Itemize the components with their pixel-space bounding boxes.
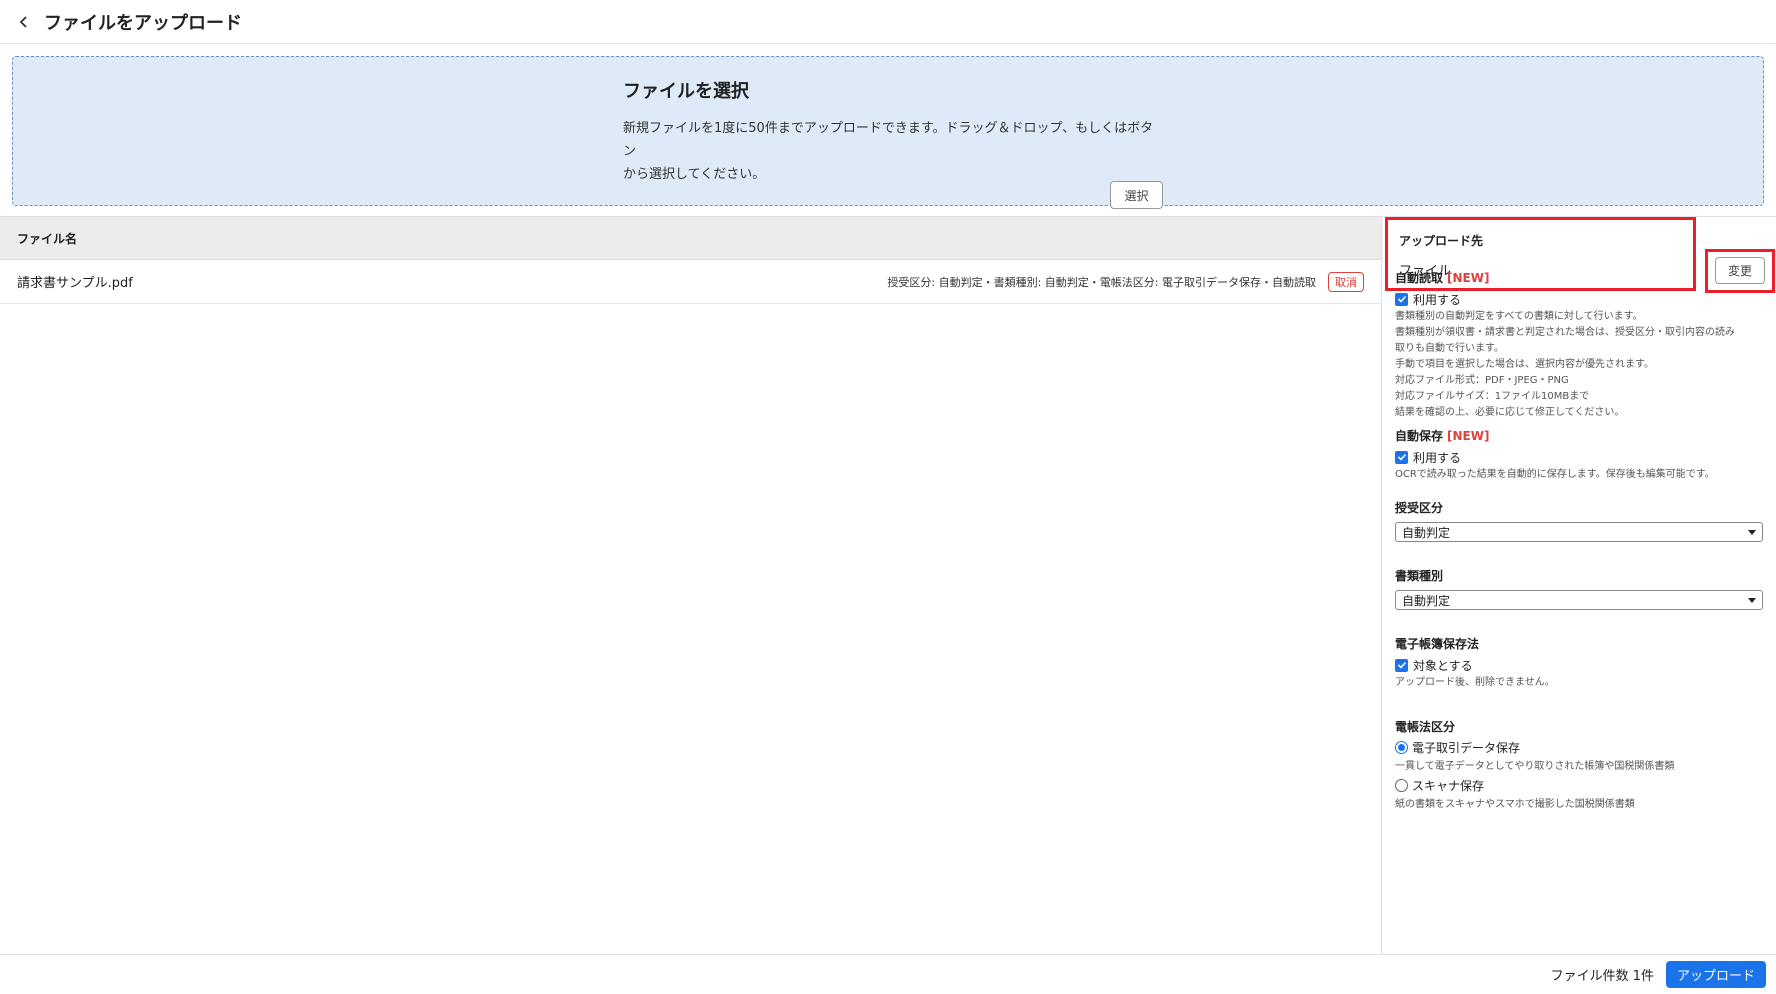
juju-kubun-select[interactable]: 自動判定	[1395, 522, 1763, 542]
radio-scanner-save-label: スキャナ保存	[1412, 778, 1485, 793]
juju-kubun-value: 自動判定	[1402, 525, 1451, 540]
dropzone-description: 新規ファイルを1度に50件までアップロードできます。ドラッグ＆ドロップ、もしくは…	[623, 117, 1163, 186]
chevron-left-icon[interactable]	[12, 10, 36, 34]
dropzone-title: ファイルを選択	[623, 81, 749, 102]
help-line: 対応ファイル形式：PDF・JPEG・PNG	[1395, 375, 1569, 386]
check-icon	[1397, 453, 1406, 461]
page-title: ファイルをアップロード	[44, 12, 242, 34]
dropzone-content: ファイルを選択 新規ファイルを1度に50件までアップロードできます。ドラッグ＆ド…	[623, 77, 1163, 209]
file-name: 請求書サンプル.pdf	[17, 276, 133, 291]
radio-scanner-save[interactable]	[1395, 778, 1408, 792]
auto-read-checkbox-label: 利用する	[1413, 292, 1462, 307]
file-meta: 授受区分: 自動判定・書類種別: 自動判定・電帳法区分: 電子取引データ保存・自…	[887, 275, 1316, 289]
upload-button[interactable]: アップロード	[1666, 961, 1766, 988]
file-list-header: ファイル名	[0, 217, 1381, 260]
auto-read-title: 自動読取	[1395, 271, 1444, 285]
file-list: ファイル名 請求書サンプル.pdf 授受区分: 自動判定・書類種別: 自動判定・…	[0, 217, 1382, 954]
denshi-chobo-checkbox[interactable]	[1395, 658, 1408, 672]
settings-panel: アップロード先 ファイル 変更 自動読取 [NEW] 利用する 書類種別の自動判定…	[1383, 217, 1776, 954]
dencho-kubun-title: 電帳法区分	[1395, 720, 1456, 734]
radio-scanner-save-help: 紙の書類をスキャナやスマホで撮影した国税関係書類	[1395, 799, 1635, 810]
radio-electronic-transaction-help: 一貫して電子データとしてやり取りされた帳簿や国税関係書類	[1395, 761, 1675, 772]
denshi-chobo-section: 電子帳簿保存法 対象とする アップロード後、削除できません。	[1395, 635, 1767, 691]
help-line: 取りも自動で行います。	[1395, 343, 1504, 354]
destination-label: アップロード先	[1399, 234, 1484, 248]
help-line: 書類種別の自動判定をすべての書類に対して行います。	[1395, 311, 1643, 322]
help-line: 書類種別が領収書・請求書と判定された場合は、授受区分・取引内容の読み	[1395, 327, 1735, 338]
new-badge: [NEW]	[1447, 429, 1490, 443]
auto-save-checkbox[interactable]	[1395, 450, 1408, 464]
denshi-chobo-title: 電子帳簿保存法	[1395, 637, 1480, 651]
radio-electronic-transaction-label: 電子取引データ保存	[1412, 740, 1521, 755]
help-line: 結果を確認の上、必要に応じて修正してください。	[1395, 407, 1625, 418]
denshi-chobo-checkbox-label: 対象とする	[1413, 658, 1473, 673]
shorui-shubetsu-section: 書類種別 自動判定	[1395, 567, 1767, 610]
footer: ファイル件数 1件 アップロード	[0, 954, 1776, 994]
select-file-button[interactable]: 選択	[1110, 181, 1163, 209]
table-row: 請求書サンプル.pdf 授受区分: 自動判定・書類種別: 自動判定・電帳法区分:…	[0, 260, 1381, 304]
shorui-shubetsu-title: 書類種別	[1395, 569, 1444, 583]
check-icon	[1397, 295, 1406, 303]
help-line: 手動で項目を選択した場合は、選択内容が優先されます。	[1395, 359, 1654, 370]
help-line: 対応ファイルサイズ：1ファイル10MBまで	[1395, 391, 1590, 402]
new-badge: [NEW]	[1447, 271, 1490, 285]
file-dropzone[interactable]: ファイルを選択 新規ファイルを1度に50件までアップロードできます。ドラッグ＆ド…	[12, 56, 1764, 209]
auto-save-section: 自動保存 [NEW] 利用する OCRで読み取った結果を自動的に保存します。保存後…	[1395, 427, 1767, 483]
auto-save-checkbox-label: 利用する	[1413, 450, 1462, 465]
auto-save-help: OCRで読み取った結果を自動的に保存します。保存後も編集可能です。	[1395, 469, 1715, 480]
dropzone-desc-line1: 新規ファイルを1度に50件までアップロードできます。ドラッグ＆ドロップ、もしくは…	[623, 121, 1154, 159]
shorui-shubetsu-value: 自動判定	[1402, 593, 1451, 608]
denshi-chobo-help: アップロード後、削除できません。	[1395, 677, 1555, 688]
caret-down-icon	[1748, 530, 1756, 535]
check-icon	[1397, 661, 1406, 669]
caret-down-icon	[1748, 598, 1756, 603]
radio-electronic-transaction[interactable]	[1395, 740, 1408, 754]
auto-read-help: 書類種別の自動判定をすべての書類に対して行います。 書類種別が領収書・請求書と判…	[1395, 309, 1767, 421]
file-count: ファイル件数 1件	[1550, 969, 1654, 984]
cancel-file-button[interactable]: 取消	[1328, 271, 1364, 292]
shorui-shubetsu-select[interactable]: 自動判定	[1395, 590, 1763, 610]
dropzone-desc-line2: から選択してください。	[623, 167, 766, 182]
auto-read-checkbox[interactable]	[1395, 292, 1408, 306]
auto-read-section: 自動読取 [NEW] 利用する 書類種別の自動判定をすべての書類に対して行います。…	[1395, 269, 1767, 421]
column-filename: ファイル名	[17, 231, 78, 246]
header: ファイルをアップロード	[0, 0, 1776, 44]
juju-kubun-section: 授受区分 自動判定	[1395, 499, 1767, 542]
auto-save-title: 自動保存	[1395, 429, 1444, 443]
dencho-kubun-section: 電帳法区分 電子取引データ保存 一貫して電子データとしてやり取りされた帳簿や国税…	[1395, 718, 1767, 813]
juju-kubun-title: 授受区分	[1395, 501, 1444, 515]
